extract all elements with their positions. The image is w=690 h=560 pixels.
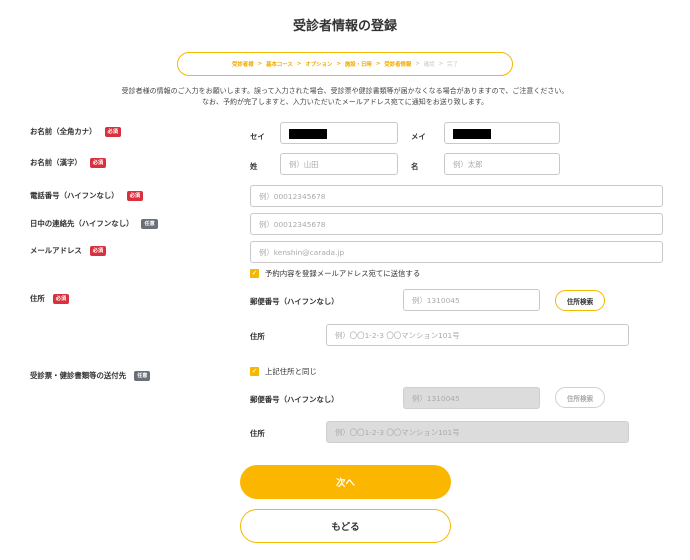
step-label: オプション: [305, 62, 333, 68]
zip-label: 郵便番号（ハイフンなし）: [250, 297, 339, 306]
required-badge: 必須: [126, 190, 144, 201]
step-label: 基本コース: [266, 62, 293, 68]
same-address-checkbox-label: 上記住所と同じ: [265, 367, 317, 376]
delivery-zip-label: 郵便番号（ハイフンなし）: [250, 395, 339, 404]
delivery-zip-input[interactable]: 例）1310045: [403, 387, 540, 409]
mei-kanji-input[interactable]: 例）太郎: [444, 153, 560, 175]
mei-kanji-label: 名: [411, 162, 419, 171]
phone-input[interactable]: 例）00012345678: [250, 185, 663, 207]
sei-kanji-label: 姓: [250, 162, 258, 171]
required-badge: 必須: [104, 126, 121, 137]
step-separator: >: [296, 61, 302, 67]
redacted-value: [289, 129, 327, 139]
mei-kanji-placeholder: 例）太郎: [453, 159, 483, 169]
required-badge: 必須: [52, 293, 70, 304]
send-email-checkbox-row[interactable]: ✓ 予約内容を登録メールアドレス宛てに送信する: [250, 268, 420, 279]
delivery-address-input[interactable]: 例）〇〇1-2-3 〇〇マンション101号: [326, 421, 629, 443]
optional-badge: 任意: [141, 218, 158, 229]
back-button[interactable]: もどる: [240, 509, 451, 543]
email-label: メールアドレス 必須: [30, 245, 107, 256]
send-email-checkbox[interactable]: ✓: [250, 269, 259, 278]
sei-kana-input[interactable]: [280, 122, 398, 144]
progress-steps: 受診者様 > 基本コース > オプション > 施設・日時 > 受診者情報 > 確…: [177, 52, 513, 76]
step-label: 確認: [423, 62, 435, 68]
step-separator: >: [257, 61, 263, 67]
name-kana-label: お名前（全角カナ） 必須: [30, 126, 121, 137]
mei-kana-input[interactable]: [444, 122, 560, 144]
page-title: 受診者情報の登録: [292, 19, 397, 34]
delivery-address-placeholder: 例）〇〇1-2-3 〇〇マンション101号: [335, 427, 460, 437]
step-separator: >: [415, 61, 420, 67]
step-separator: >: [438, 61, 444, 67]
zip-placeholder: 例）1310045: [412, 295, 460, 305]
same-address-checkbox-row[interactable]: ✓ 上記住所と同じ: [250, 366, 317, 377]
address-label-text: 住所: [30, 294, 45, 303]
name-kanji-label: お名前（漢字） 必須: [30, 157, 107, 168]
delivery-label: 受診票・健診書類等の送付先 任意: [30, 370, 151, 381]
delivery-address-search-button[interactable]: 住所検索: [555, 387, 605, 408]
send-email-checkbox-label: 予約内容を登録メールアドレス宛てに送信する: [265, 269, 421, 278]
address-input[interactable]: 例）〇〇1-2-3 〇〇マンション101号: [326, 324, 629, 346]
required-badge: 必須: [89, 245, 107, 256]
email-placeholder: 例）kenshin@carada.jp: [259, 247, 345, 257]
phone-label-text: 電話番号（ハイフンなし）: [30, 191, 119, 200]
redacted-value: [453, 129, 491, 139]
phone-placeholder: 例）00012345678: [259, 191, 326, 201]
notice-line-2: なお、予約が完了しますと、入力いただいたメールアドレス宛てに通知をお送り致します…: [201, 98, 489, 106]
step-label: 受診者様: [232, 62, 254, 68]
delivery-address-field-label: 住所: [250, 429, 265, 438]
step-label: 施設・日時: [344, 62, 372, 68]
step-separator: >: [336, 61, 341, 67]
delivery-zip-placeholder: 例）1310045: [412, 393, 460, 403]
sei-kana-label: セイ: [250, 132, 265, 141]
mei-kana-label: メイ: [411, 132, 426, 141]
day-phone-placeholder: 例）00012345678: [259, 219, 326, 229]
sei-kanji-placeholder: 例）山田: [289, 159, 319, 169]
notice-line-1: 受診者様の情報のご入力をお願いします。誤って入力された場合、受診票や健診書類等が…: [121, 87, 569, 95]
address-placeholder: 例）〇〇1-2-3 〇〇マンション101号: [335, 330, 460, 340]
name-kanji-label-text: お名前（漢字）: [30, 158, 82, 167]
same-address-checkbox[interactable]: ✓: [250, 367, 259, 376]
required-badge: 必須: [89, 157, 107, 168]
email-input[interactable]: 例）kenshin@carada.jp: [250, 241, 663, 263]
optional-badge: 任意: [134, 370, 151, 381]
day-phone-label: 日中の連絡先（ハイフンなし） 任意: [30, 218, 158, 229]
day-phone-input[interactable]: 例）00012345678: [250, 213, 663, 235]
step-label: 完了: [447, 62, 458, 68]
next-button[interactable]: 次へ: [240, 465, 451, 499]
name-kana-label-text: お名前（全角カナ）: [30, 127, 97, 136]
phone-label: 電話番号（ハイフンなし） 必須: [30, 190, 144, 201]
step-label-current: 受診者情報: [384, 62, 412, 68]
sei-kanji-input[interactable]: 例）山田: [280, 153, 398, 175]
delivery-label-text: 受診票・健診書類等の送付先: [30, 371, 127, 380]
day-phone-label-text: 日中の連絡先（ハイフンなし）: [30, 219, 134, 228]
step-separator: >: [375, 61, 381, 67]
address-field-label: 住所: [250, 332, 265, 341]
address-search-button[interactable]: 住所検索: [555, 290, 605, 311]
zip-input[interactable]: 例）1310045: [403, 289, 540, 311]
address-label: 住所 必須: [30, 293, 70, 304]
email-label-text: メールアドレス: [30, 246, 82, 255]
